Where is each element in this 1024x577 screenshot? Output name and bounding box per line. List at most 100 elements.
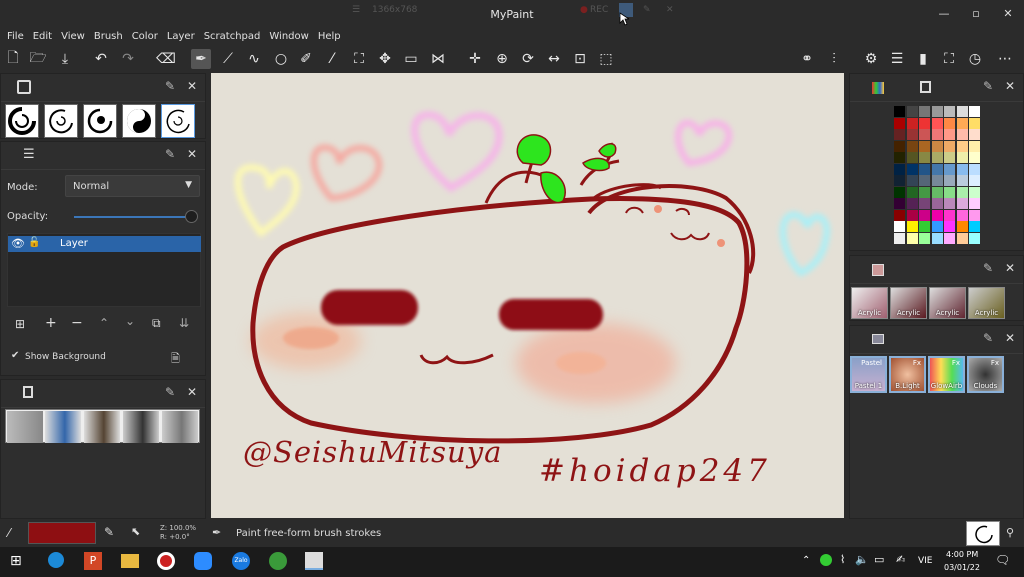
palette-swatch[interactable] xyxy=(906,129,918,140)
fill-tool-icon[interactable]: ⛶ xyxy=(349,49,369,69)
palette-swatch[interactable] xyxy=(919,175,930,186)
fullscreen-icon[interactable]: ⛶ xyxy=(939,49,959,69)
menu-edit[interactable]: Edit xyxy=(29,28,57,45)
palette-swatch[interactable] xyxy=(931,129,943,140)
tray-app-icon[interactable] xyxy=(820,554,832,566)
palette-swatch[interactable] xyxy=(944,221,955,232)
palette-swatch[interactable] xyxy=(956,209,968,221)
lock-icon[interactable]: 🔓 xyxy=(28,237,40,248)
add-layer-icon[interactable]: ⊞ xyxy=(15,317,25,331)
brush-history-item[interactable] xyxy=(122,104,156,138)
palette-swatch[interactable] xyxy=(894,117,905,129)
palette-swatch[interactable] xyxy=(894,209,905,221)
palette-swatch[interactable] xyxy=(906,198,918,209)
palette-swatch[interactable] xyxy=(906,209,918,221)
mirror-view-icon[interactable]: ↔ xyxy=(544,49,564,69)
palette-swatch[interactable] xyxy=(969,106,980,117)
palette-swatch[interactable] xyxy=(919,186,930,198)
palette-swatch[interactable] xyxy=(931,163,943,175)
rotate-view-icon[interactable]: ⟳ xyxy=(518,49,538,69)
edit-brush-icon[interactable]: ✎ xyxy=(104,525,114,539)
redo-icon[interactable]: ↷ xyxy=(118,49,138,69)
brush-library-item[interactable] xyxy=(7,411,43,443)
palette-swatch[interactable] xyxy=(956,232,968,244)
palette-swatch[interactable] xyxy=(931,117,943,129)
pan-view-icon[interactable]: ✛ xyxy=(465,49,485,69)
menu-color[interactable]: Color xyxy=(128,28,163,45)
brush-settings-icon[interactable]: ⫶ xyxy=(824,49,844,69)
pen-tool-icon[interactable]: ✐ xyxy=(296,49,316,69)
palette-swatch[interactable] xyxy=(944,209,955,221)
palette-swatch[interactable] xyxy=(956,117,968,129)
menu-window[interactable]: Window xyxy=(265,28,313,45)
brush-preset-glow-airbrush[interactable]: Fx GlowAirb xyxy=(928,356,965,393)
palette-swatch[interactable] xyxy=(944,175,955,186)
palette-swatch[interactable] xyxy=(969,140,980,152)
ellipse-tool-icon[interactable]: ○ xyxy=(271,49,291,69)
palette-swatch[interactable] xyxy=(969,117,980,129)
palette-swatch[interactable] xyxy=(919,106,930,117)
freehand-brush-icon[interactable]: ✒ xyxy=(191,49,211,69)
palette-swatch[interactable] xyxy=(919,221,930,232)
palette-swatch[interactable] xyxy=(969,186,980,198)
menu-view[interactable]: View xyxy=(57,28,90,45)
pin-icon[interactable]: ✎ xyxy=(983,261,993,275)
palette-swatch[interactable] xyxy=(894,140,905,152)
palette-swatch[interactable] xyxy=(969,175,980,186)
palette-swatch[interactable] xyxy=(906,152,918,163)
checkbox-checked-icon[interactable]: ✔ xyxy=(11,350,19,361)
color-picker-icon[interactable]: ⁄ xyxy=(322,49,342,69)
palette-swatch[interactable] xyxy=(919,129,930,140)
menu-help[interactable]: Help xyxy=(314,28,346,45)
palette-swatch[interactable] xyxy=(906,117,918,129)
brush-preset-acrylic-4[interactable]: Acrylic xyxy=(968,287,1005,319)
palette-swatch[interactable] xyxy=(919,140,930,152)
palette-swatch[interactable] xyxy=(944,129,955,140)
menu-scratchpad[interactable]: Scratchpad xyxy=(200,28,266,45)
close-icon[interactable]: ✕ xyxy=(1005,331,1015,345)
palette-swatch[interactable] xyxy=(919,163,930,175)
chrome-icon[interactable] xyxy=(269,552,287,570)
add-icon[interactable]: + xyxy=(45,315,57,331)
palette-swatch[interactable] xyxy=(906,175,918,186)
palette-swatch[interactable] xyxy=(919,198,930,209)
brush-history-item[interactable] xyxy=(5,104,39,138)
brush-preset-acrylic-3[interactable]: Acrylic xyxy=(929,287,966,319)
palette-swatch[interactable] xyxy=(906,186,918,198)
maximize-button[interactable]: ▫ xyxy=(960,0,992,28)
close-icon[interactable]: ✕ xyxy=(1005,79,1015,93)
scratchpad-icon[interactable]: ▮ xyxy=(913,49,933,69)
palette-swatch[interactable] xyxy=(931,209,943,221)
clock-date[interactable]: 03/01/22 xyxy=(944,563,980,572)
frame-tool-icon[interactable]: ▭ xyxy=(401,49,421,69)
palette-swatch[interactable] xyxy=(906,232,918,244)
palette-swatch[interactable] xyxy=(931,232,943,244)
edge-browser-icon[interactable] xyxy=(48,552,64,568)
screen-recorder-icon[interactable] xyxy=(157,552,175,570)
palette-swatch[interactable] xyxy=(906,221,918,232)
palette-swatch[interactable] xyxy=(944,198,955,209)
palette-swatch[interactable] xyxy=(894,175,905,186)
notifications-icon[interactable]: 🗨 xyxy=(995,553,1010,567)
palette-swatch[interactable] xyxy=(919,209,930,221)
brush-history-item[interactable] xyxy=(44,104,78,138)
palette-swatch[interactable] xyxy=(919,117,930,129)
palette-swatch[interactable] xyxy=(894,186,905,198)
brush-preset-pastel[interactable]: Pastel Pastel 1 xyxy=(850,356,887,393)
more-icon[interactable]: ⋯ xyxy=(995,49,1015,69)
pin-icon[interactable]: ✎ xyxy=(983,331,993,345)
move-layer-icon[interactable]: ✥ xyxy=(375,49,395,69)
palette-swatch[interactable] xyxy=(956,140,968,152)
palette-swatch[interactable] xyxy=(944,140,955,152)
brush-history-item[interactable] xyxy=(83,104,117,138)
eye-icon[interactable]: 👁 xyxy=(11,237,25,250)
color-wheel-tab-icon[interactable] xyxy=(920,81,931,93)
opacity-slider-track[interactable] xyxy=(74,216,189,218)
brush-history-item-selected[interactable] xyxy=(161,104,195,138)
palette-swatch[interactable] xyxy=(931,106,943,117)
close-button[interactable]: ✕ xyxy=(992,0,1024,28)
palette-swatch[interactable] xyxy=(894,198,905,209)
mypaint-taskbar-icon[interactable] xyxy=(305,552,323,570)
inking-tool-icon[interactable]: ⟋ xyxy=(218,49,238,69)
palette-swatch[interactable] xyxy=(894,221,905,232)
